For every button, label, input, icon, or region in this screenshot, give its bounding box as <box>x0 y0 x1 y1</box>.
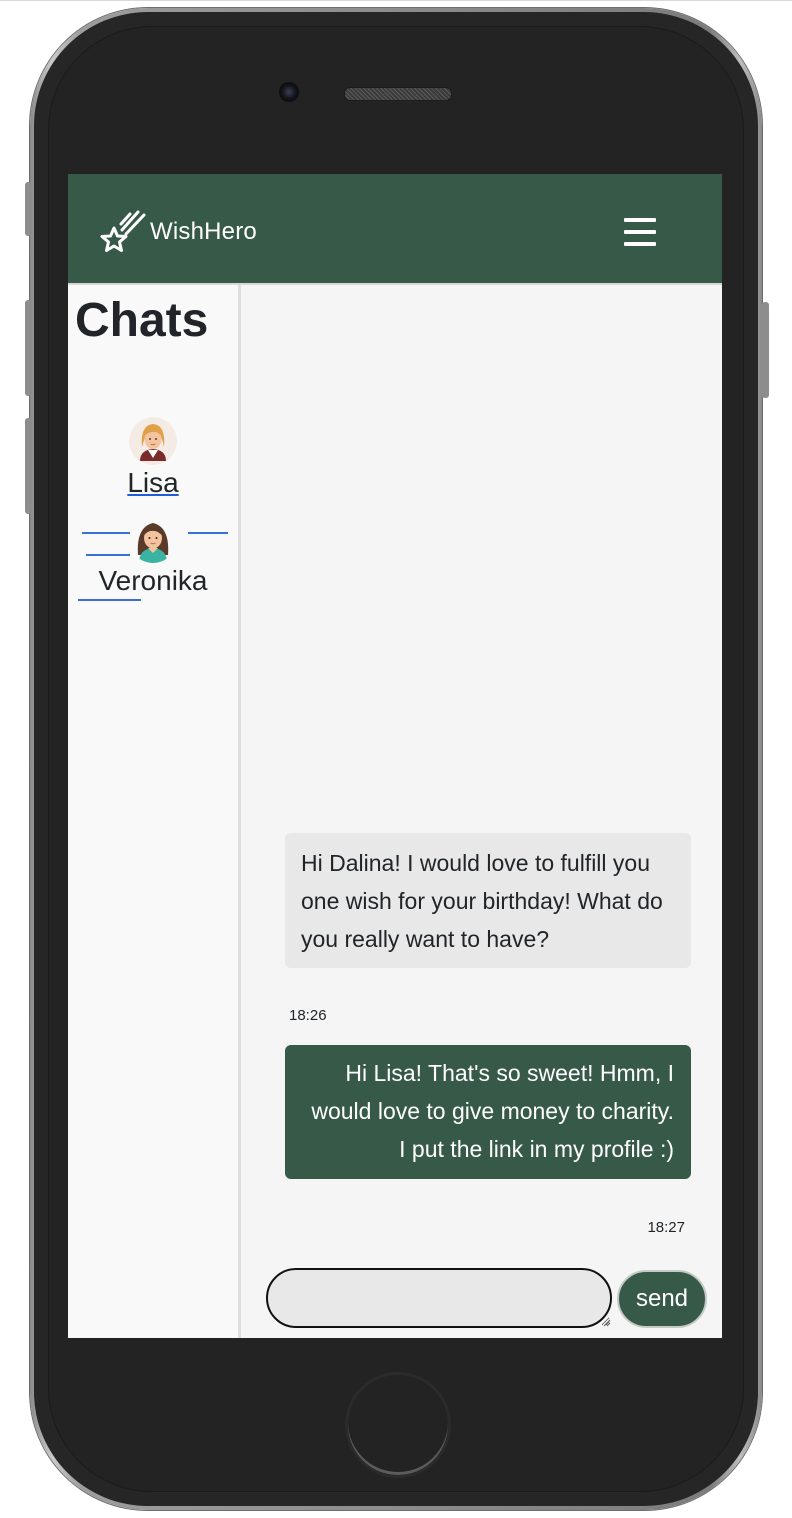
message-timestamp: 18:26 <box>289 1007 327 1024</box>
send-button[interactable]: send <box>617 1270 707 1328</box>
contact-veronika[interactable]: Veronika <box>68 515 238 605</box>
contact-name: Veronika <box>98 565 208 596</box>
chat-panel: Hi Dalina! I would love to fulfill you o… <box>241 285 722 1338</box>
incoming-message-bubble: Hi Dalina! I would love to fulfill you o… <box>285 833 691 968</box>
silent-switch <box>25 182 32 236</box>
contact-name: Lisa <box>127 467 179 498</box>
chat-sidebar: Chats Lisa Veronika <box>68 285 241 1338</box>
navbar: WishHero <box>68 174 722 285</box>
page-top-border <box>0 0 792 1</box>
shooting-star-icon <box>100 210 146 252</box>
volume-down-button <box>25 418 32 514</box>
message-input[interactable] <box>266 1268 612 1328</box>
chats-title: Chats <box>75 294 209 347</box>
resize-grip-icon[interactable] <box>603 1319 611 1327</box>
brand-name: WishHero <box>150 218 257 245</box>
message-timestamp: 18:27 <box>647 1219 685 1236</box>
app-screen: WishHero Chats Lisa Veronika Hi Dalina! … <box>68 174 722 1338</box>
power-button <box>762 302 769 398</box>
outgoing-message-bubble: Hi Lisa! That's so sweet! Hmm, I would l… <box>285 1045 691 1179</box>
hamburger-menu-icon[interactable] <box>624 218 656 246</box>
avatar-veronika-icon <box>129 515 177 563</box>
home-button[interactable] <box>345 1372 451 1478</box>
volume-up-button <box>25 300 32 396</box>
earpiece-speaker <box>344 87 452 101</box>
contact-lisa[interactable]: Lisa <box>68 417 238 507</box>
brand-link[interactable]: WishHero <box>98 206 257 258</box>
avatar-lisa-icon <box>129 417 177 465</box>
front-camera <box>279 82 299 102</box>
